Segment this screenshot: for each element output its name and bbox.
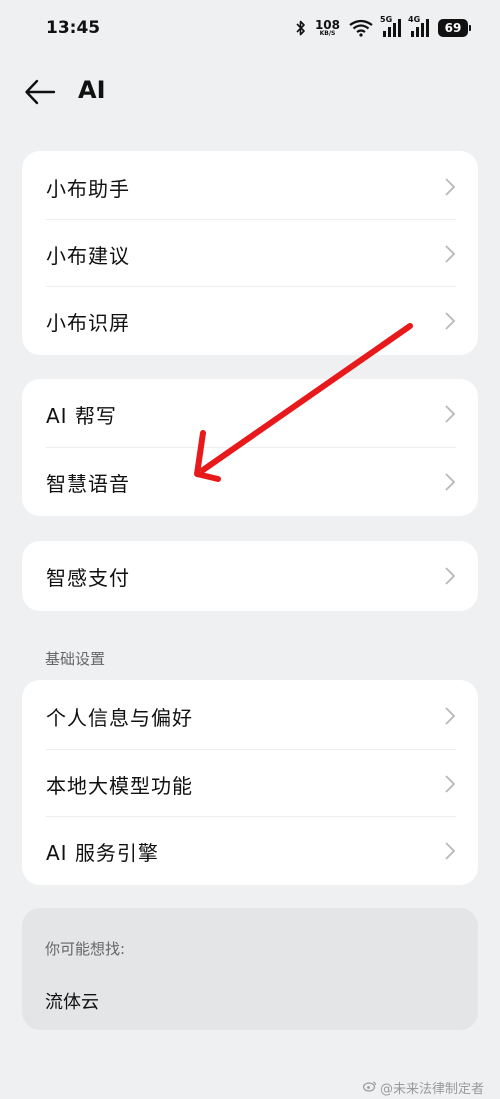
menu-item-smart-voice[interactable]: 智慧语音	[22, 448, 478, 516]
menu-item-xiaobu-assistant[interactable]: 小布助手	[22, 153, 478, 221]
chevron-right-icon	[445, 245, 456, 263]
cellular-signal-icon: 5G	[380, 15, 401, 37]
status-bar: 13:45 108 KB/S 5G 4G 69	[0, 0, 500, 56]
watermark-text: @未来法律制定者	[379, 1082, 484, 1097]
menu-item-label: 个人信息与偏好	[46, 705, 193, 730]
menu-item-label: AI 服务引擎	[46, 840, 159, 865]
menu-item-smart-payment[interactable]: 智感支付	[22, 542, 478, 610]
bluetooth-icon	[296, 20, 306, 36]
status-icons: 108 KB/S 5G 4G 69	[296, 15, 471, 37]
menu-item-label: 智慧语音	[46, 471, 130, 496]
chevron-right-icon	[445, 473, 456, 491]
app-header: AI	[0, 62, 500, 122]
menu-item-xiaobu-screen-recognition[interactable]: 小布识屏	[22, 287, 478, 355]
weibo-icon	[362, 1080, 377, 1096]
status-time: 13:45	[46, 18, 101, 38]
ai-tools-card: AI 帮写 智慧语音	[22, 379, 478, 516]
xiaobu-card: 小布助手 小布建议 小布识屏	[22, 151, 478, 355]
basic-settings-card: 个人信息与偏好 本地大模型功能 AI 服务引擎	[22, 680, 478, 885]
menu-item-label: 智感支付	[46, 565, 130, 590]
menu-item-xiaobu-suggestion[interactable]: 小布建议	[22, 220, 478, 288]
cellular-signal-icon: 4G	[408, 15, 429, 37]
network-speed: 108 KB/S	[314, 18, 340, 37]
menu-item-ai-service-engine[interactable]: AI 服务引擎	[22, 817, 478, 885]
suggestion-item-fluid-cloud[interactable]: 流体云	[45, 988, 99, 1014]
chevron-right-icon	[445, 707, 456, 725]
chevron-right-icon	[445, 775, 456, 793]
menu-item-label: 小布助手	[46, 176, 130, 201]
watermark: @未来法律制定者	[362, 1078, 484, 1097]
chevron-right-icon	[445, 312, 456, 330]
section-title-basic-settings: 基础设置	[45, 650, 106, 668]
payment-card: 智感支付	[22, 541, 478, 611]
chevron-right-icon	[445, 405, 456, 423]
menu-item-label: AI 帮写	[46, 403, 117, 428]
chevron-right-icon	[445, 178, 456, 196]
menu-item-local-model[interactable]: 本地大模型功能	[22, 750, 478, 818]
chevron-right-icon	[445, 567, 456, 585]
menu-item-ai-writing[interactable]: AI 帮写	[22, 380, 478, 448]
chevron-right-icon	[445, 842, 456, 860]
menu-item-personal-info[interactable]: 个人信息与偏好	[22, 682, 478, 750]
wifi-icon	[349, 19, 373, 37]
suggestion-panel: 你可能想找: 流体云	[22, 908, 478, 1030]
menu-item-label: 小布建议	[46, 243, 130, 268]
page-title: AI	[78, 76, 106, 104]
suggestion-hint: 你可能想找:	[45, 940, 126, 958]
battery-icon: 69	[438, 19, 471, 37]
back-arrow-icon[interactable]	[24, 77, 56, 107]
menu-item-label: 小布识屏	[46, 310, 130, 335]
menu-item-label: 本地大模型功能	[46, 773, 193, 798]
